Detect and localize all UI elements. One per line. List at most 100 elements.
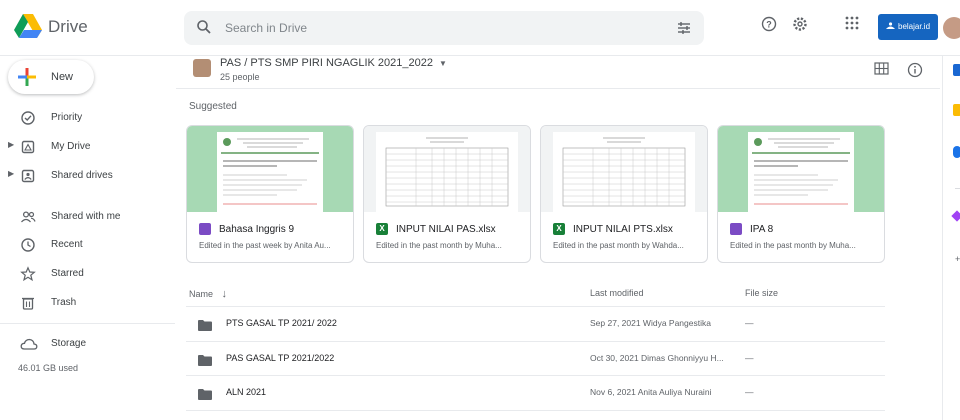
expand-caret-icon[interactable]: ▶ bbox=[8, 169, 14, 178]
sort-arrow-down-icon[interactable]: ↓ bbox=[222, 288, 228, 300]
sidebar-divider bbox=[0, 323, 175, 324]
sidebar-item-storage[interactable]: Storage bbox=[0, 332, 175, 356]
help-icon[interactable]: ? bbox=[761, 16, 777, 37]
trash-icon bbox=[20, 295, 36, 311]
sidebar-item-label: Trash bbox=[51, 297, 77, 308]
card-subtitle: Edited in the past month by Muha... bbox=[376, 241, 502, 250]
new-button[interactable]: New bbox=[8, 60, 94, 94]
storage-used: 46.01 GB used bbox=[18, 363, 79, 373]
folder-icon bbox=[198, 353, 212, 366]
card-title: INPUT NILAI PTS.xlsx bbox=[573, 224, 673, 235]
tasks-addon-icon[interactable] bbox=[953, 146, 960, 158]
folder-title[interactable]: PAS / PTS SMP PIRI NGAGLIK 2021_2022 ▼ bbox=[220, 57, 447, 69]
column-header-last-modified[interactable]: Last modified bbox=[590, 288, 644, 298]
shared-drive-thumbnail bbox=[193, 59, 211, 77]
slides-file-icon bbox=[730, 223, 742, 235]
priority-icon bbox=[20, 110, 36, 126]
storage-label: Storage bbox=[51, 338, 87, 349]
suggested-heading: Suggested bbox=[189, 101, 237, 112]
add-addon-icon[interactable]: + bbox=[955, 254, 960, 264]
card-subtitle: Edited in the past week by Anita Au... bbox=[199, 241, 331, 250]
calendar-addon-icon[interactable] bbox=[953, 64, 960, 76]
folder-members[interactable]: 25 people bbox=[220, 72, 260, 82]
column-header-file-size[interactable]: File size bbox=[745, 288, 778, 298]
row-name: ALN 2021 bbox=[226, 387, 267, 397]
sidebar-item-shared-drives[interactable]: ▶ Shared drives bbox=[0, 164, 175, 188]
row-size: — bbox=[745, 387, 754, 397]
column-header-name[interactable]: Name ↓ bbox=[189, 288, 227, 300]
drive-logo-icon[interactable] bbox=[14, 14, 42, 43]
search-options-icon[interactable] bbox=[676, 20, 692, 41]
sidebar-item-label: Shared drives bbox=[51, 170, 113, 181]
grid-view-icon[interactable] bbox=[874, 62, 889, 80]
suggested-card[interactable]: X INPUT NILAI PTS.xlsx Edited in the pas… bbox=[540, 125, 708, 263]
top-bar: Drive Search in Drive ? belajar.id bbox=[0, 0, 960, 56]
sidebar-item-starred[interactable]: Starred bbox=[0, 262, 175, 286]
sidebar-item-label: Shared with me bbox=[51, 211, 121, 222]
info-icon[interactable] bbox=[907, 62, 923, 83]
row-modified: Oct 30, 2021 Dimas Ghonniyyu H... bbox=[590, 353, 724, 363]
folder-title-text: PAS / PTS SMP PIRI NGAGLIK 2021_2022 bbox=[220, 57, 433, 69]
sheets-file-icon: X bbox=[553, 223, 565, 235]
suggested-card[interactable]: IPA 8 Edited in the past month by Muha..… bbox=[717, 125, 885, 263]
cloud-icon bbox=[20, 336, 38, 352]
file-preview bbox=[187, 126, 353, 212]
new-button-label: New bbox=[51, 71, 74, 83]
list-divider bbox=[186, 410, 885, 411]
card-title: IPA 8 bbox=[750, 224, 774, 235]
sidebar-item-label: My Drive bbox=[51, 141, 91, 152]
shared-drives-icon bbox=[20, 168, 36, 184]
search-input[interactable]: Search in Drive bbox=[225, 21, 307, 35]
card-title: Bahasa Inggris 9 bbox=[219, 224, 295, 235]
suggested-card[interactable]: X INPUT NILAI PAS.xlsx Edited in the pas… bbox=[363, 125, 531, 263]
shared-with-me-icon bbox=[20, 209, 36, 225]
row-name: PTS GASAL TP 2021/ 2022 bbox=[226, 318, 337, 328]
row-size: — bbox=[745, 318, 754, 328]
sidebar-item-shared-with-me[interactable]: Shared with me bbox=[0, 205, 175, 229]
sidebar-item-trash[interactable]: Trash bbox=[0, 291, 175, 315]
chevron-down-icon[interactable]: ▼ bbox=[439, 59, 447, 68]
row-modified: Sep 27, 2021 Widya Pangestika bbox=[590, 318, 711, 328]
side-panel-rail: + bbox=[942, 56, 960, 420]
slides-file-icon bbox=[199, 223, 211, 235]
sidebar-item-recent[interactable]: Recent bbox=[0, 233, 175, 257]
suggested-card[interactable]: Bahasa Inggris 9 Edited in the past week… bbox=[186, 125, 354, 263]
card-subtitle: Edited in the past month by Wahda... bbox=[553, 241, 684, 250]
rail-divider bbox=[955, 188, 960, 189]
belajar-logo-icon bbox=[886, 22, 895, 29]
row-size: — bbox=[745, 353, 754, 363]
search-bar[interactable]: Search in Drive bbox=[184, 11, 704, 45]
file-preview bbox=[718, 126, 884, 212]
table-row[interactable]: PAS GASAL TP 2021/2022 Oct 30, 2021 Dima… bbox=[186, 341, 885, 375]
row-modified: Nov 6, 2021 Anita Auliya Nuraini bbox=[590, 387, 712, 397]
row-name: PAS GASAL TP 2021/2022 bbox=[226, 353, 335, 363]
sidebar-item-label: Starred bbox=[51, 268, 84, 279]
sidebar-item-label: Priority bbox=[51, 112, 83, 123]
search-icon[interactable] bbox=[196, 19, 212, 40]
settings-gear-icon[interactable] bbox=[792, 16, 808, 37]
apps-grid-icon[interactable] bbox=[845, 16, 859, 35]
table-row[interactable]: ALN 2021 Nov 6, 2021 Anita Auliya Nurain… bbox=[186, 375, 885, 409]
account-badge[interactable]: belajar.id bbox=[878, 14, 938, 40]
account-badge-label: belajar.id bbox=[898, 22, 931, 31]
my-drive-icon bbox=[20, 139, 36, 155]
expand-caret-icon[interactable]: ▶ bbox=[8, 140, 14, 149]
keep-addon-icon[interactable] bbox=[953, 104, 960, 116]
plus-icon bbox=[18, 68, 36, 91]
folder-icon bbox=[198, 387, 212, 400]
column-header-label: Name bbox=[189, 289, 214, 299]
svg-text:?: ? bbox=[766, 20, 772, 30]
card-subtitle: Edited in the past month by Muha... bbox=[730, 241, 856, 250]
addon-icon[interactable] bbox=[951, 210, 960, 222]
sidebar-item-label: Recent bbox=[51, 239, 83, 250]
sidebar-item-my-drive[interactable]: ▶ My Drive bbox=[0, 135, 175, 159]
clock-icon bbox=[20, 237, 36, 253]
star-icon bbox=[20, 266, 36, 282]
sheets-file-icon: X bbox=[376, 223, 388, 235]
sidebar-item-priority[interactable]: Priority bbox=[0, 106, 175, 130]
file-preview bbox=[364, 126, 530, 212]
header-divider bbox=[176, 88, 940, 89]
app-name[interactable]: Drive bbox=[48, 17, 88, 37]
avatar[interactable] bbox=[943, 17, 960, 39]
table-row[interactable]: PTS GASAL TP 2021/ 2022 Sep 27, 2021 Wid… bbox=[186, 306, 885, 340]
